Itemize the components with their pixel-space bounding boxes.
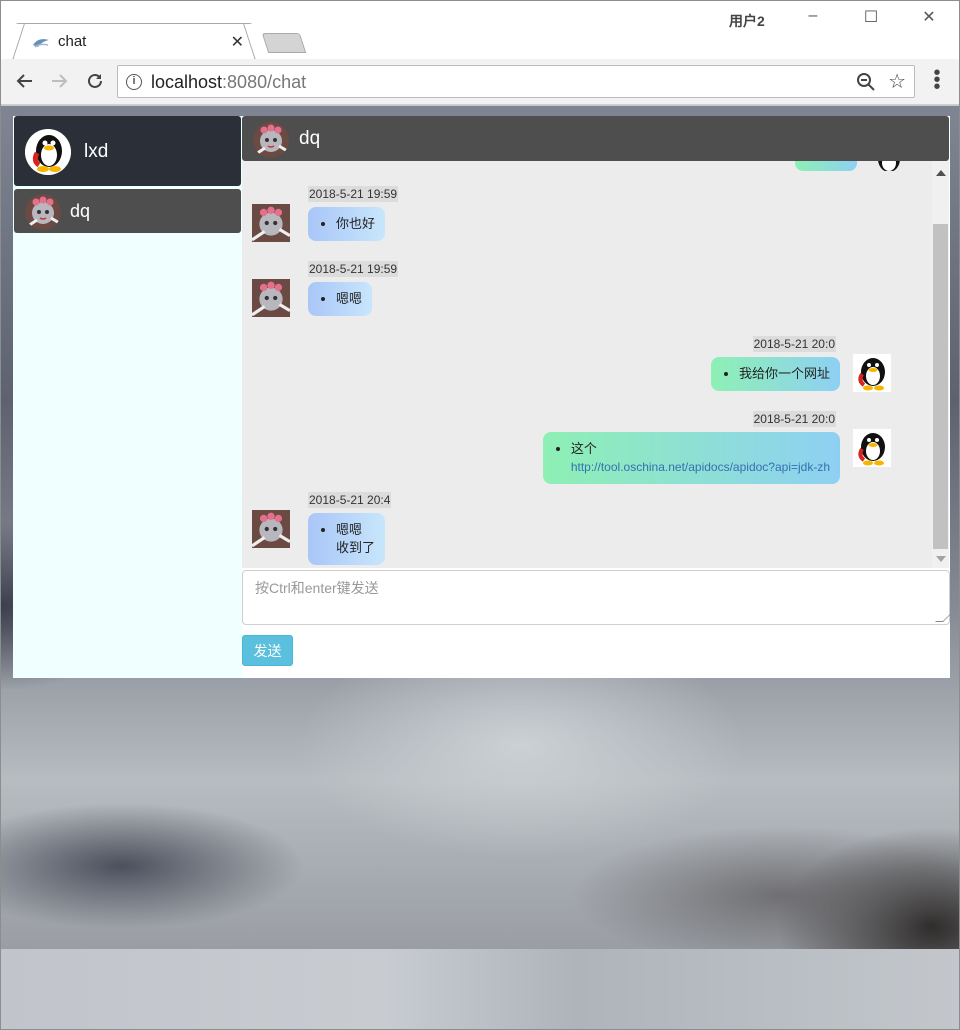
zoom-out-icon[interactable] bbox=[856, 72, 876, 92]
minimize-icon[interactable]: – bbox=[793, 7, 833, 31]
message-item: 2018-5-21 20:0 我给你一个网址 bbox=[242, 336, 932, 398]
url-path: :8080/chat bbox=[222, 72, 307, 92]
reload-icon[interactable] bbox=[83, 69, 107, 93]
message-link[interactable]: http://tool.oschina.net/apidocs/apidoc?a… bbox=[571, 460, 830, 474]
message-composer bbox=[242, 570, 951, 625]
sender-avatar bbox=[252, 279, 290, 317]
url-text[interactable]: localhost:8080/chat bbox=[151, 72, 306, 93]
current-user-name: lxd bbox=[84, 141, 109, 162]
message-bubble-clipped bbox=[795, 161, 857, 171]
qq-penguin-avatar bbox=[853, 354, 891, 392]
url-host: localhost bbox=[151, 72, 223, 92]
message-time: 2018-5-21 19:59 bbox=[308, 261, 399, 277]
current-user-card: lxd bbox=[14, 116, 241, 186]
forward-arrow-icon[interactable] bbox=[47, 69, 71, 93]
title-bar: chat ✕ 用户2 – ☐ ✕ bbox=[1, 1, 959, 60]
message-bubble: 嗯嗯 bbox=[308, 282, 373, 316]
tab-favicon-icon bbox=[33, 39, 49, 48]
address-bar[interactable]: i localhost:8080/chat ☆ bbox=[117, 65, 915, 98]
send-button[interactable]: 发送 bbox=[242, 635, 293, 666]
qq-penguin-avatar bbox=[853, 429, 891, 467]
maximize-icon[interactable]: ☐ bbox=[851, 7, 891, 31]
message-line: 收到了 bbox=[336, 540, 376, 555]
profile-name[interactable]: 用户2 bbox=[729, 11, 765, 31]
message-time: 2018-5-21 20:0 bbox=[752, 411, 836, 427]
chat-app: lxd dq dq 2018-5-21 19:59 • 你也好 2018-5-2… bbox=[13, 116, 951, 678]
contact-item-dq[interactable]: dq bbox=[14, 189, 241, 233]
message-time: 2018-5-21 20:4 bbox=[308, 492, 392, 508]
browser-toolbar: i localhost:8080/chat ☆ • • • bbox=[1, 59, 959, 105]
scroll-down-arrow-icon[interactable] bbox=[936, 556, 946, 562]
message-item: 2018-5-21 19:59 你也好 bbox=[242, 186, 932, 248]
sender-avatar bbox=[252, 204, 290, 242]
kebab-menu-icon[interactable]: • • • bbox=[931, 63, 943, 97]
page-background: lxd dq dq 2018-5-21 19:59 • 你也好 2018-5-2… bbox=[1, 106, 959, 949]
qq-penguin-avatar bbox=[25, 129, 71, 175]
message-line: 嗯嗯 bbox=[336, 522, 363, 537]
sidebar: lxd dq bbox=[13, 116, 242, 678]
contact-avatar bbox=[25, 194, 61, 230]
message-bubble: 这个 http://tool.oschina.net/apidocs/apidoc… bbox=[542, 432, 840, 484]
site-info-icon[interactable]: i bbox=[126, 74, 142, 90]
message-line: 嗯嗯 bbox=[336, 290, 362, 308]
browser-window: chat ✕ 用户2 – ☐ ✕ i localhost:8080/chat ☆… bbox=[0, 0, 960, 1030]
tab-close-icon[interactable]: ✕ bbox=[231, 32, 244, 52]
browser-tab[interactable]: chat ✕ bbox=[13, 23, 255, 60]
new-tab-button[interactable] bbox=[261, 33, 307, 53]
message-item: 2018-5-21 20:0 这个 http://tool.oschina.net… bbox=[242, 411, 932, 491]
page-background-lower bbox=[1, 949, 959, 1029]
message-bubble: 我给你一个网址 bbox=[710, 357, 840, 391]
message-time: 2018-5-21 20:0 bbox=[752, 336, 836, 352]
message-bubble: 你也好 bbox=[308, 207, 386, 241]
message-bubble: 嗯嗯收到了 bbox=[308, 513, 386, 565]
qq-penguin-icon bbox=[870, 161, 908, 171]
scrollbar-thumb[interactable] bbox=[933, 224, 948, 549]
back-arrow-icon[interactable] bbox=[13, 69, 37, 93]
message-item: 2018-5-21 20:4 嗯嗯收到了 bbox=[242, 492, 932, 568]
chat-partner-name: dq bbox=[299, 128, 321, 149]
message-item: 2018-5-21 19:59 嗯嗯 bbox=[242, 261, 932, 323]
partner-avatar bbox=[253, 122, 289, 158]
message-line: 这个 bbox=[570, 441, 597, 456]
message-list[interactable]: 2018-5-21 19:59 你也好 2018-5-21 19:59 嗯嗯 bbox=[242, 161, 949, 568]
message-scrollbar[interactable] bbox=[932, 161, 949, 568]
chat-header: dq bbox=[242, 116, 949, 161]
contact-name: dq bbox=[70, 201, 91, 221]
message-line: 我给你一个网址 bbox=[739, 365, 830, 383]
message-input[interactable] bbox=[243, 571, 949, 624]
sender-avatar bbox=[252, 510, 290, 548]
close-window-icon[interactable]: ✕ bbox=[909, 7, 949, 31]
message-time: 2018-5-21 19:59 bbox=[308, 186, 399, 202]
chat-panel: dq 2018-5-21 19:59 你也好 bbox=[242, 116, 951, 678]
message-line: 你也好 bbox=[336, 215, 375, 233]
scroll-up-arrow-icon[interactable] bbox=[936, 170, 946, 176]
tab-title: chat bbox=[58, 33, 87, 50]
bookmark-star-icon[interactable]: ☆ bbox=[888, 69, 906, 94]
